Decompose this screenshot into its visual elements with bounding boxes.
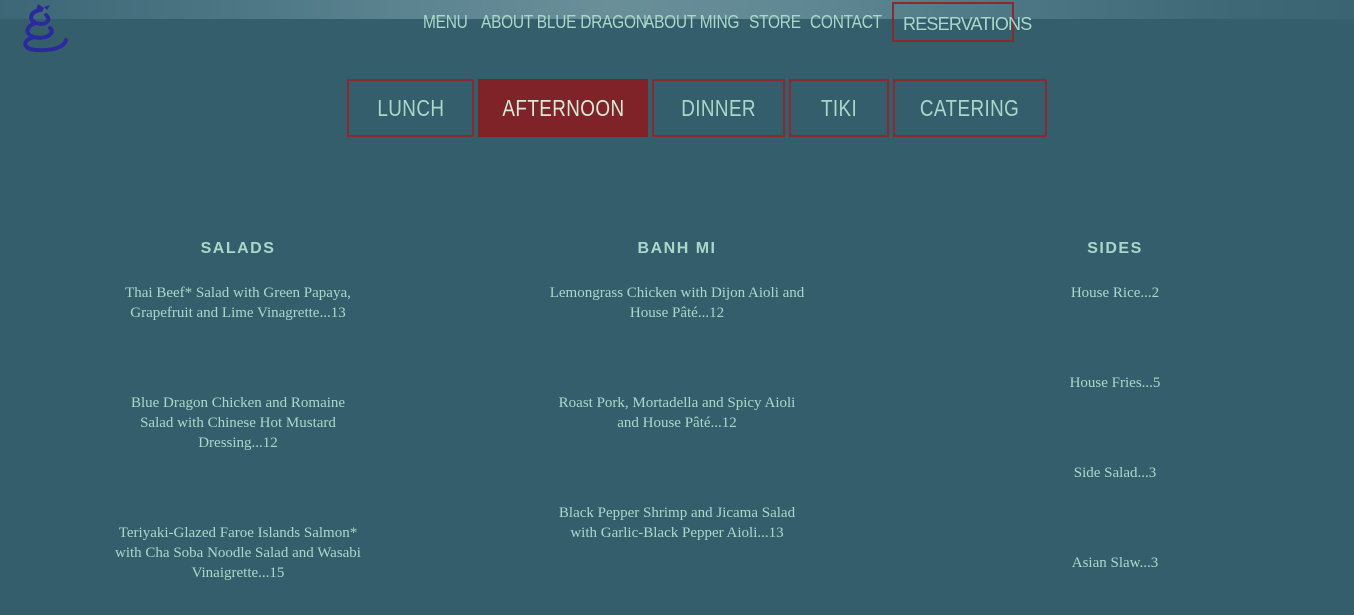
nav-reservations-button[interactable]: RESERVATIONS [892, 2, 1032, 42]
menu-item: House Rice...2 [1070, 285, 1160, 301]
section-title: BANH MI [637, 240, 717, 257]
tab-dinner[interactable]: DINNER [652, 79, 785, 137]
nav-contact-link[interactable]: CONTACT [810, 2, 882, 42]
tab-tiki-label: TIKI [820, 94, 858, 121]
tab-dinner-label: DINNER [681, 94, 756, 121]
tab-tiki[interactable]: TIKI [789, 79, 889, 137]
tab-afternoon[interactable]: AFTERNOON [478, 79, 648, 137]
banh-mi-section: BANH MI Lemongrass Chicken with Dijon Ai… [527, 240, 827, 541]
menu-item: Blue Dragon Chicken and Romaine Salad wi… [130, 395, 346, 451]
tab-afternoon-label: AFTERNOON [501, 94, 625, 121]
menu-item: Thai Beef* Salad with Green Papaya, Grap… [125, 285, 351, 321]
menu-item: Teriyaki-Glazed Faroe Islands Salmon* wi… [115, 525, 361, 581]
nav-about-ming-link[interactable]: ABOUT MING [644, 2, 739, 42]
nav-about-blue-dragon-link[interactable]: ABOUT BLUE DRAGON [481, 2, 647, 42]
menu-item: Lemongrass Chicken with Dijon Aioli and … [549, 285, 805, 321]
section-title: SALADS [200, 240, 276, 257]
section-title: SIDES [1087, 240, 1143, 257]
tab-lunch[interactable]: LUNCH [347, 79, 474, 137]
nav-menu-link[interactable]: MENU [423, 2, 468, 42]
menu-item: Roast Pork, Mortadella and Spicy Aioli a… [558, 395, 796, 431]
nav-store-link[interactable]: STORE [749, 2, 801, 42]
menu-item: Asian Slaw...3 [1071, 555, 1159, 571]
main-nav: MENU ABOUT BLUE DRAGON ABOUT MING STORE … [0, 0, 1354, 44]
menu-item: Side Salad...3 [1073, 465, 1157, 481]
tab-catering[interactable]: CATERING [893, 79, 1047, 137]
salads-section: SALADS Thai Beef* Salad with Green Papay… [88, 240, 388, 581]
tab-catering-label: CATERING [920, 94, 1020, 121]
tab-lunch-label: LUNCH [376, 94, 445, 121]
menu-tabs: LUNCH AFTERNOON DINNER TIKI CATERING [0, 79, 1354, 137]
sides-section: SIDES House Rice...2 House Fries...5 Sid… [965, 240, 1265, 571]
menu-item: Black Pepper Shrimp and Jicama Salad wit… [558, 505, 796, 541]
menu-item: House Fries...5 [1069, 375, 1161, 391]
